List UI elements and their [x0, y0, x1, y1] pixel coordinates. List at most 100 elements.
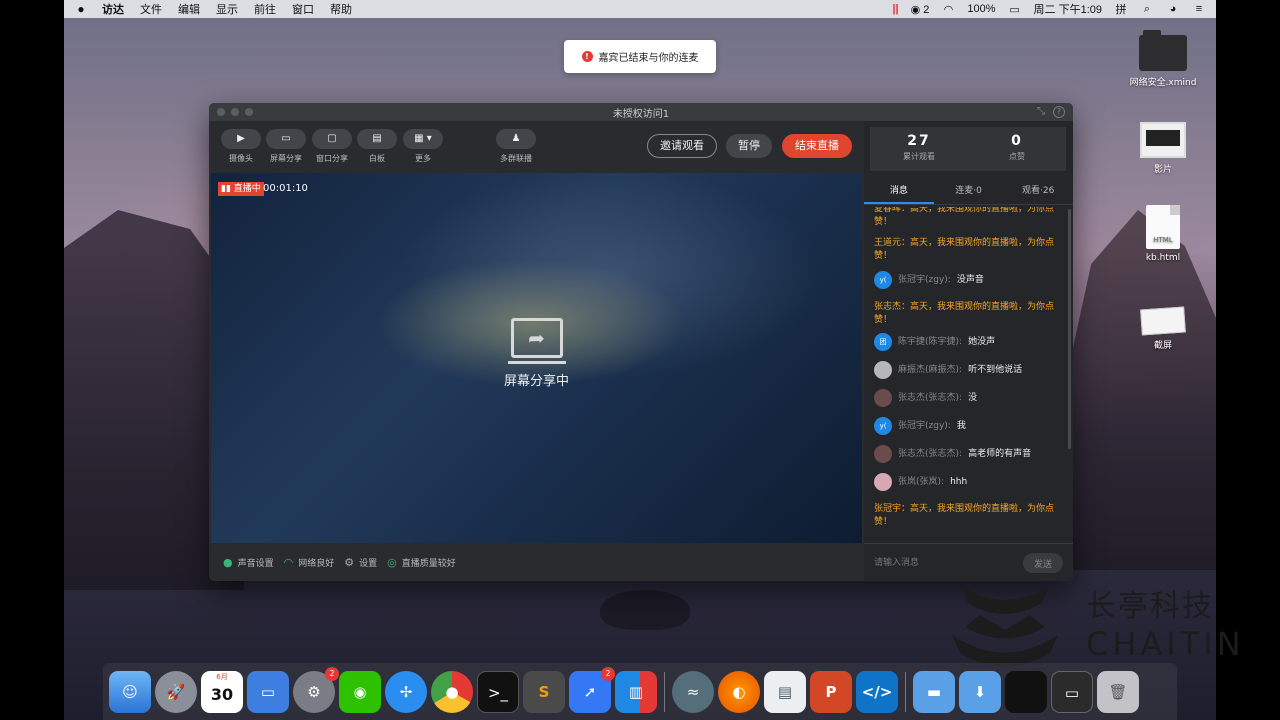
viewer-count: 27 累计观看 — [870, 127, 968, 171]
microphone-icon: ● — [223, 555, 233, 569]
launchpad-icon[interactable]: 🚀 — [155, 670, 197, 713]
desktop-icon-screenshot[interactable]: 截屏 — [1113, 306, 1213, 351]
sender-name: 张冠宇(zgy): — [898, 274, 951, 285]
siri-icon[interactable]: ◕ — [1166, 3, 1180, 15]
chat-message: 张岚(张岚): hhh — [874, 473, 1064, 491]
wechat-icon[interactable]: ◉ — [339, 670, 381, 713]
minimized-window-icon[interactable] — [1005, 670, 1047, 713]
finder-icon[interactable]: ☺ — [109, 670, 151, 713]
input-method-icon[interactable]: 拼 — [1114, 1, 1128, 17]
zoom-window-button[interactable] — [245, 108, 253, 116]
notification-status[interactable]: ◉ 2 — [911, 3, 930, 16]
menu-go[interactable]: 前往 — [254, 1, 276, 17]
live-badge: ▮▮ 直播中 — [218, 182, 264, 196]
feishu-icon[interactable]: ➚ 2 — [569, 666, 615, 713]
safari-icon[interactable]: ✢ — [385, 670, 427, 713]
sender-name: 张志杰(张志杰): — [898, 392, 963, 403]
powerpoint-icon[interactable]: P — [810, 670, 852, 713]
camera-tool[interactable]: ▶ 摄像头 — [219, 129, 263, 164]
help-icon[interactable]: ? — [1053, 106, 1065, 118]
settings-link[interactable]: ⚙ 设置 — [344, 556, 377, 569]
avatar — [874, 361, 892, 379]
recording-icon[interactable]: || — [892, 3, 898, 15]
sender-name: 麻振杰(麻振杰): — [898, 364, 963, 375]
collapse-icon[interactable]: ⤡ — [1037, 106, 1045, 118]
html-file-icon: HTML — [1146, 205, 1180, 249]
pause-button[interactable]: 暂停 — [726, 134, 772, 158]
live-timer: 00:01:10 — [263, 183, 308, 194]
apple-menu-icon[interactable]: ● — [74, 2, 88, 16]
screen-icon — [1140, 122, 1186, 158]
screen-share-tool[interactable]: ▭ 屏幕分享 — [264, 129, 308, 164]
terminal-icon[interactable]: >_ — [477, 670, 519, 713]
like-count-label: 点赞 — [1009, 152, 1025, 161]
message-scrollbar[interactable] — [1068, 209, 1071, 449]
invite-button[interactable]: 邀请观看 — [647, 134, 717, 158]
menu-clock[interactable]: 周二 下午1:09 — [1034, 1, 1102, 17]
network-status[interactable]: ◠ 网络良好 — [284, 556, 335, 569]
close-window-button[interactable] — [217, 108, 225, 116]
folder-icon[interactable]: ▬ — [913, 670, 955, 713]
desktop-icon-xmind[interactable]: 网络安全.xmind — [1113, 30, 1213, 88]
camera-icon: ▶ — [221, 129, 261, 149]
whiteboard-icon: ▤ — [357, 129, 397, 149]
screen-share-arrow-icon: ➦ — [507, 318, 566, 364]
trash-icon[interactable]: 🗑 — [1097, 670, 1139, 713]
more-tool[interactable]: ▦ ▾ 更多 — [401, 129, 445, 164]
message-input[interactable] — [874, 554, 1014, 572]
sender-name: 张岚(张岚): — [898, 476, 945, 487]
downloads-folder-icon[interactable]: ⬇ — [959, 670, 1001, 713]
gear-icon: ⚙ — [344, 555, 355, 569]
firefox-icon[interactable]: ◐ — [718, 670, 760, 713]
vscode-icon[interactable]: </> — [856, 670, 898, 713]
stream-toolbar: ▶ 摄像头 ▭ 屏幕分享 ▢ 窗口分享 ▤ 白板 ▦ ▾ 更多 ♟ 多群联播 邀… — [209, 121, 864, 173]
tool-label: 窗口分享 — [316, 154, 348, 163]
chat-message: y( 张冠宇(zgy): 没声音 — [874, 271, 1064, 289]
desktop-icon-kb-html[interactable]: HTML kb.html — [1113, 205, 1213, 263]
kali-icon[interactable]: ≈ — [672, 670, 714, 713]
chrome-icon[interactable]: ● — [431, 670, 473, 713]
desktop-icon-movie[interactable]: 影片 — [1113, 122, 1213, 175]
message-text: 没 — [968, 392, 978, 403]
stats-panel: 27 累计观看 0 点赞 — [870, 127, 1066, 171]
crown-logo-icon — [952, 585, 1058, 667]
message-list[interactable]: 夏春晖：高天，我来围观你的直播啦，为你点赞！ 王道元：高天，我来围观你的直播啦，… — [864, 207, 1073, 543]
tab-messages[interactable]: 消息 — [864, 181, 934, 204]
window-titlebar[interactable]: 未授权访问1 ⤡ ? — [209, 103, 1073, 121]
menu-file[interactable]: 文件 — [140, 1, 162, 17]
tab-viewers[interactable]: 观看·26 — [1003, 181, 1073, 204]
menu-finder[interactable]: 访达 — [102, 1, 124, 17]
keynote-icon[interactable]: ▭ — [247, 670, 289, 713]
window-share-tool[interactable]: ▢ 窗口分享 — [310, 129, 354, 164]
stream-quality[interactable]: ◎ 直播质量较好 — [387, 556, 456, 569]
watermark-en: CHAITIN — [1086, 625, 1245, 663]
menu-edit[interactable]: 编辑 — [178, 1, 200, 17]
message-text: 高老师的有声音 — [968, 448, 1032, 459]
preview-icon[interactable]: ▤ — [764, 670, 806, 713]
battery-icon[interactable]: ▭ — [1008, 3, 1022, 16]
menu-help[interactable]: 帮助 — [330, 1, 352, 17]
live-stream-window: 未授权访问1 ⤡ ? ▶ 摄像头 ▭ 屏幕分享 ▢ 窗口分享 ▤ 白板 ▦ ▾ … — [209, 103, 1073, 581]
end-live-button[interactable]: 结束直播 — [782, 134, 852, 158]
menu-view[interactable]: 显示 — [216, 1, 238, 17]
whiteboard-tool[interactable]: ▤ 白板 — [355, 129, 399, 164]
wifi-icon[interactable]: ◠ — [941, 3, 955, 16]
parallels-icon[interactable]: ▥ — [615, 670, 657, 713]
grid-icon: ▦ ▾ — [403, 129, 443, 149]
tool-label: 屏幕分享 — [270, 154, 302, 163]
tab-mic-link[interactable]: 连麦·0 — [934, 181, 1004, 204]
minimize-window-button[interactable] — [231, 108, 239, 116]
send-button[interactable]: 发送 — [1023, 553, 1063, 573]
audio-settings[interactable]: ● 声音设置 — [223, 556, 274, 569]
calendar-icon[interactable]: 6月 30 — [201, 670, 243, 713]
control-list-icon[interactable]: ≡ — [1192, 3, 1206, 15]
notification-count: 2 — [923, 3, 930, 16]
sublime-text-icon[interactable]: S — [523, 670, 565, 713]
multi-group-tool[interactable]: ♟ 多群联播 — [494, 129, 538, 164]
menu-window[interactable]: 窗口 — [292, 1, 314, 17]
minimized-terminal-icon[interactable]: ▭ — [1051, 670, 1093, 713]
chat-message: 团 陈宇捷(陈宇捷): 她没声 — [874, 333, 1064, 351]
spotlight-search-icon[interactable]: ⌕ — [1140, 3, 1154, 16]
system-preferences-icon[interactable]: ⚙ 2 — [293, 666, 339, 713]
sharing-indicator: ➦ 屏幕分享中 — [211, 318, 862, 389]
